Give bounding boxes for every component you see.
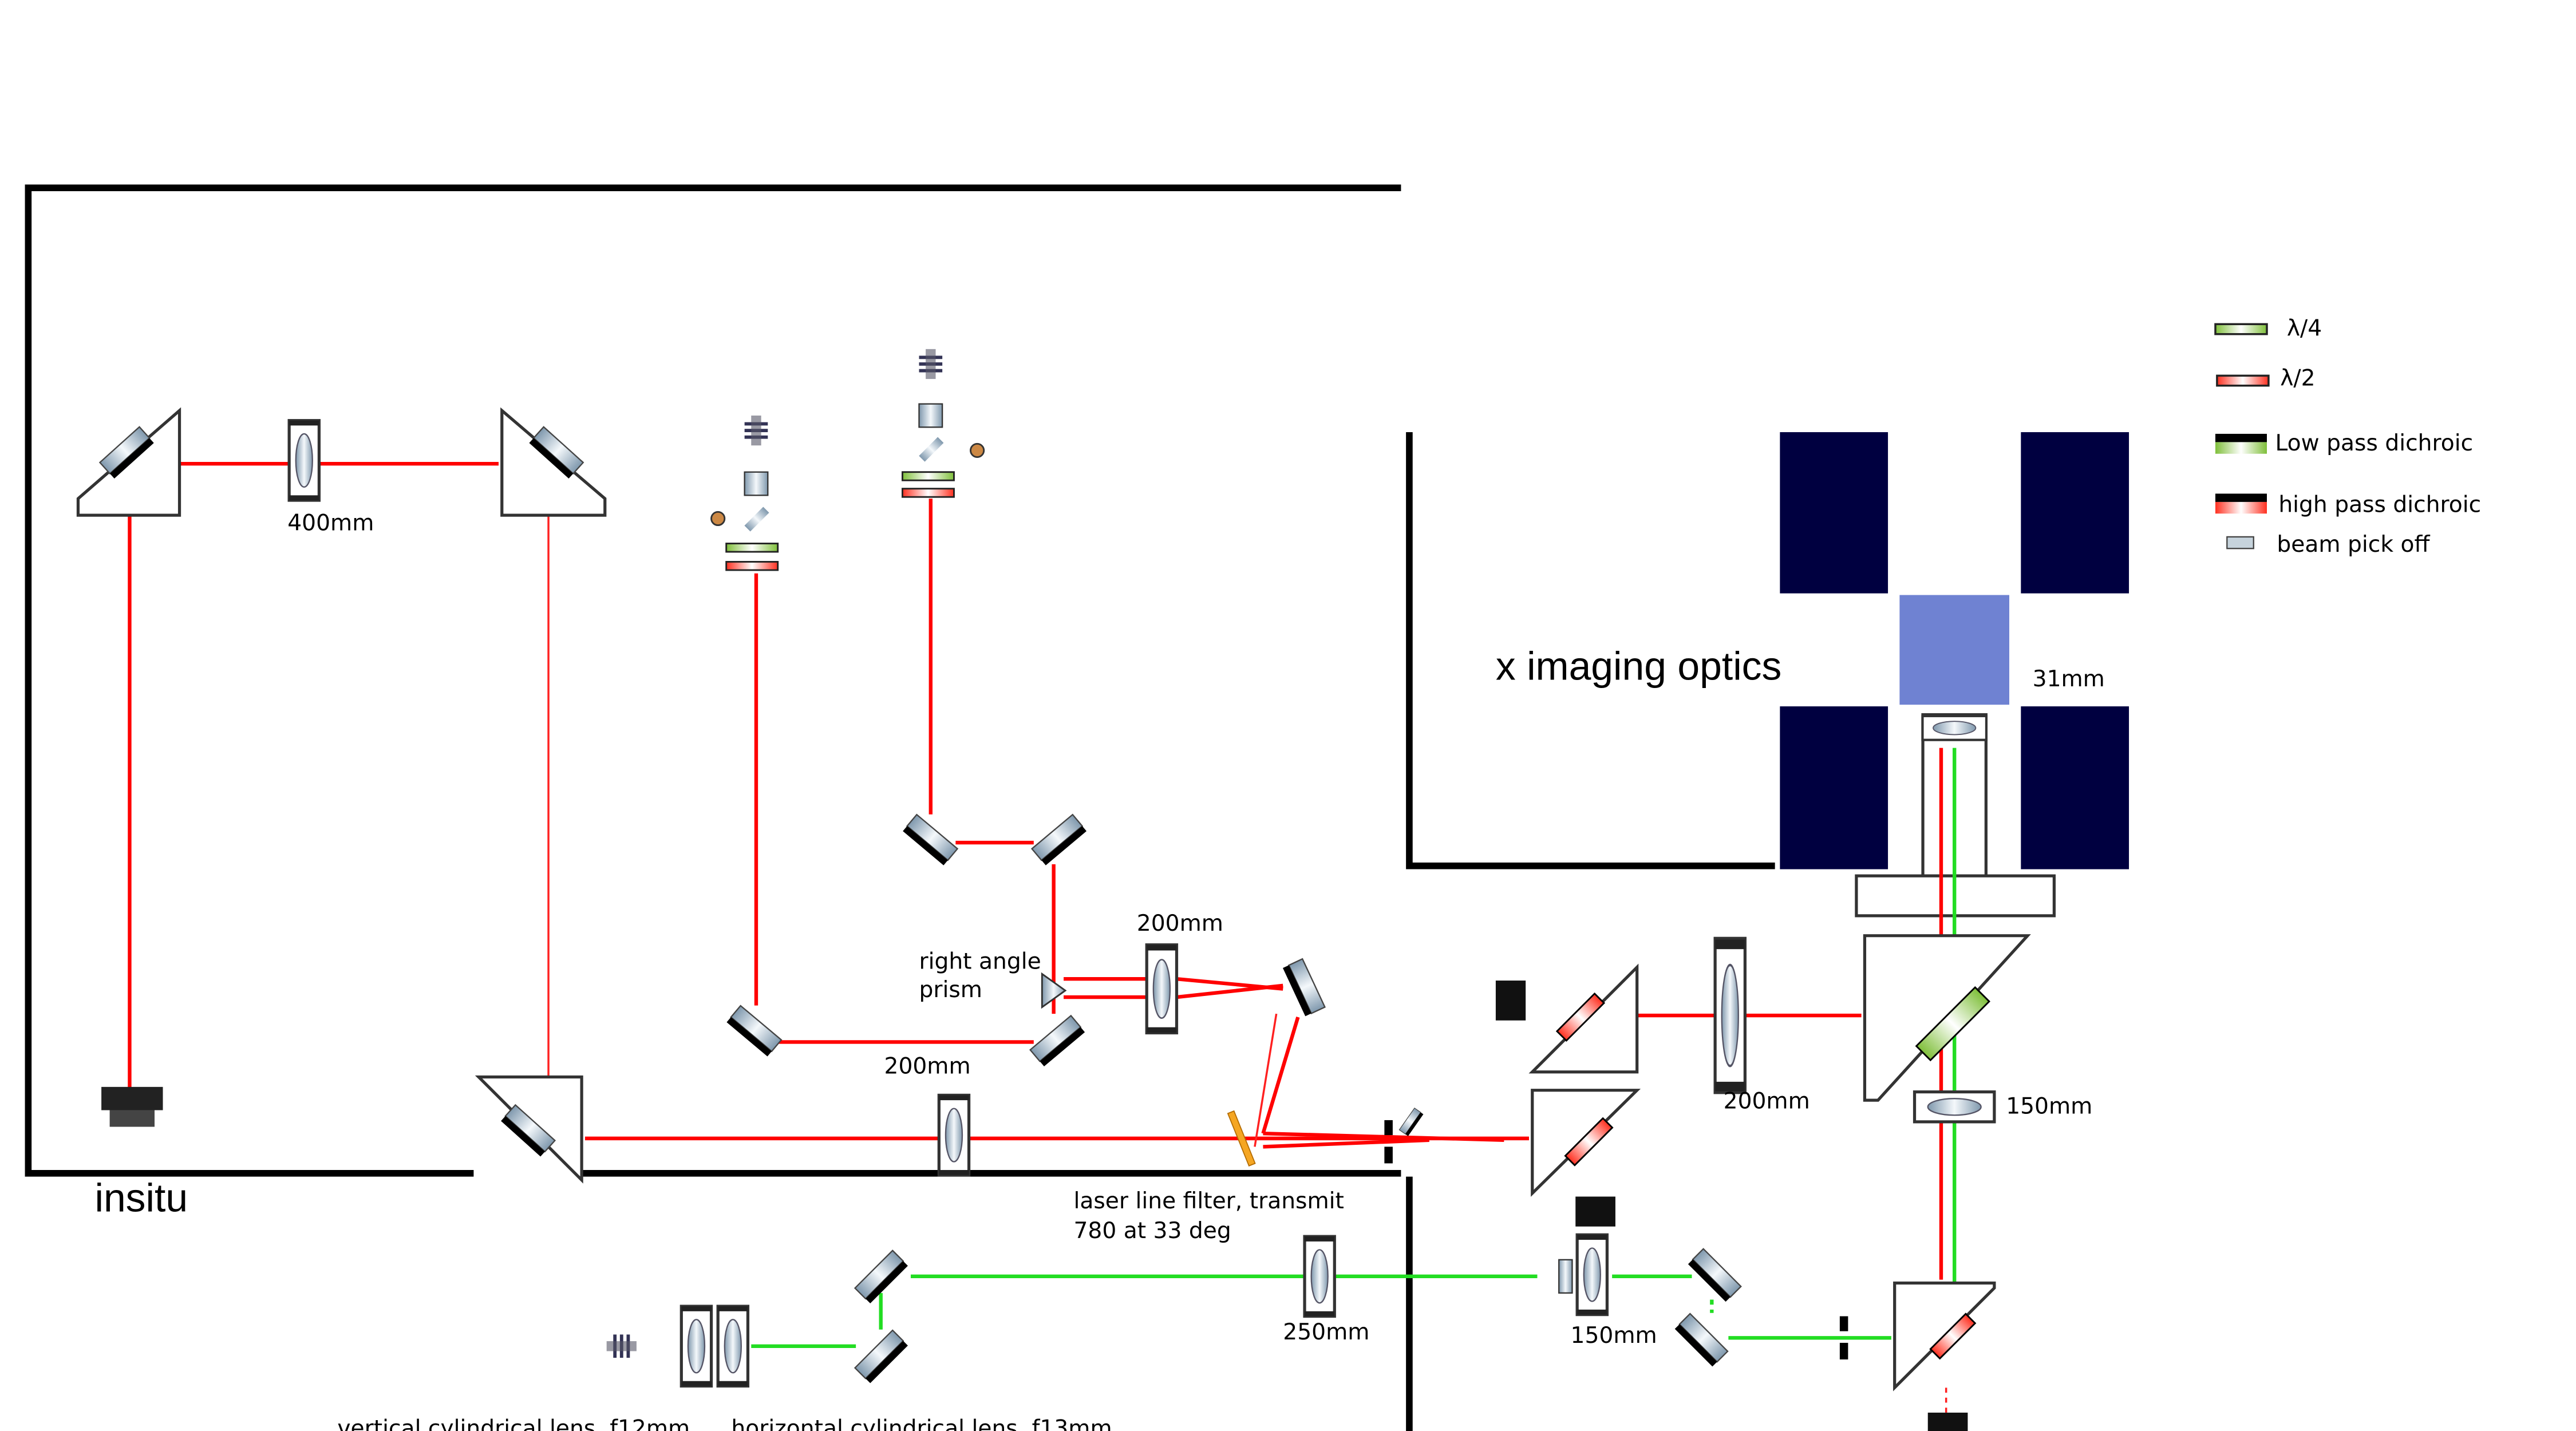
label-insitu: insitu — [94, 1176, 188, 1220]
lens-400mm — [289, 421, 319, 500]
prism-mirror-topmid — [500, 407, 607, 517]
laser-source-1 — [710, 415, 779, 571]
label-200mm-upper: 200mm — [1137, 911, 1223, 936]
low-pass-swatch — [2215, 442, 2267, 454]
label-150mm-lower: 150mm — [1571, 1323, 1657, 1349]
label-200mm-right: 200mm — [1724, 1089, 1810, 1114]
camera-insitu — [101, 1086, 163, 1127]
label-200mm-lower: 200mm — [884, 1054, 971, 1080]
legend: λ/4 λ/2 Low pass dichroic high pass dich… — [2214, 316, 2481, 558]
lens-31mm — [1922, 716, 1986, 740]
lens-150mm-lower — [1577, 1235, 1607, 1314]
half-wave-swatch — [2216, 374, 2270, 387]
lens-200mm-lower — [939, 1095, 969, 1175]
label-horizontal-cyl: horizontal cylindrical lens, f13mm — [731, 1416, 1112, 1431]
laser-source-green — [606, 1334, 637, 1358]
legend-item-low-pass: Low pass dichroic — [2215, 430, 2473, 456]
cylindrical-lens-horizontal — [718, 1306, 748, 1386]
svg-text:λ/4: λ/4 — [2287, 316, 2322, 342]
label-prism-1: right angle — [919, 949, 1041, 975]
svg-text:λ/2: λ/2 — [2280, 366, 2315, 392]
high-pass-dichroic-bottom — [1893, 1281, 1996, 1392]
legend-item-pickoff: beam pick off — [2226, 532, 2430, 558]
lens-250mm — [1305, 1236, 1334, 1316]
svg-text:high pass dichroic: high pass dichroic — [2278, 492, 2481, 517]
label-filter-1: laser line filter, transmit — [1073, 1188, 1344, 1214]
label-prism-2: prism — [919, 977, 982, 1003]
legend-item-quarter-wave: λ/4 — [2214, 316, 2322, 342]
imaging-center — [1899, 595, 2009, 705]
label-400mm: 400mm — [287, 510, 374, 536]
label-filter-2: 780 at 33 deg — [1073, 1218, 1231, 1244]
cylindrical-lens-vertical — [681, 1306, 711, 1386]
dichroic-lower-right — [1531, 1089, 1641, 1197]
quarter-wave-swatch — [2214, 323, 2268, 335]
lens-200mm-right — [1715, 940, 1745, 1092]
pickoff-swatch — [2226, 536, 2254, 550]
label-x-imaging: x imaging optics — [1496, 644, 1781, 689]
prism-mirror-topleft — [76, 407, 181, 517]
lens-150mm-right — [1915, 1092, 1994, 1122]
optical-layout-diagram: 400mm 200mm 200mm 200mm 150mm 150mm 250m… — [25, 184, 2481, 1431]
prism-mirror-bottom — [475, 1075, 583, 1184]
svg-text:Low pass dichroic: Low pass dichroic — [2275, 430, 2474, 456]
label-vertical-cyl: vertical cylindrical lens, f12mm — [337, 1416, 690, 1431]
dichroic-upper-right — [1528, 963, 1639, 1074]
low-pass-dichroic — [1863, 934, 2031, 1102]
label-250mm: 250mm — [1283, 1319, 1369, 1345]
laser-source-2 — [902, 349, 985, 498]
svg-text:beam pick off: beam pick off — [2277, 532, 2430, 558]
legend-item-high-pass: high pass dichroic — [2215, 492, 2481, 517]
red-beams — [128, 461, 1947, 1413]
label-31mm: 31mm — [2033, 666, 2105, 692]
label-150mm-right: 150mm — [2006, 1093, 2092, 1119]
legend-item-half-wave: λ/2 — [2216, 366, 2316, 392]
high-pass-swatch — [2215, 501, 2267, 514]
lens-200mm-upper — [1147, 945, 1176, 1033]
